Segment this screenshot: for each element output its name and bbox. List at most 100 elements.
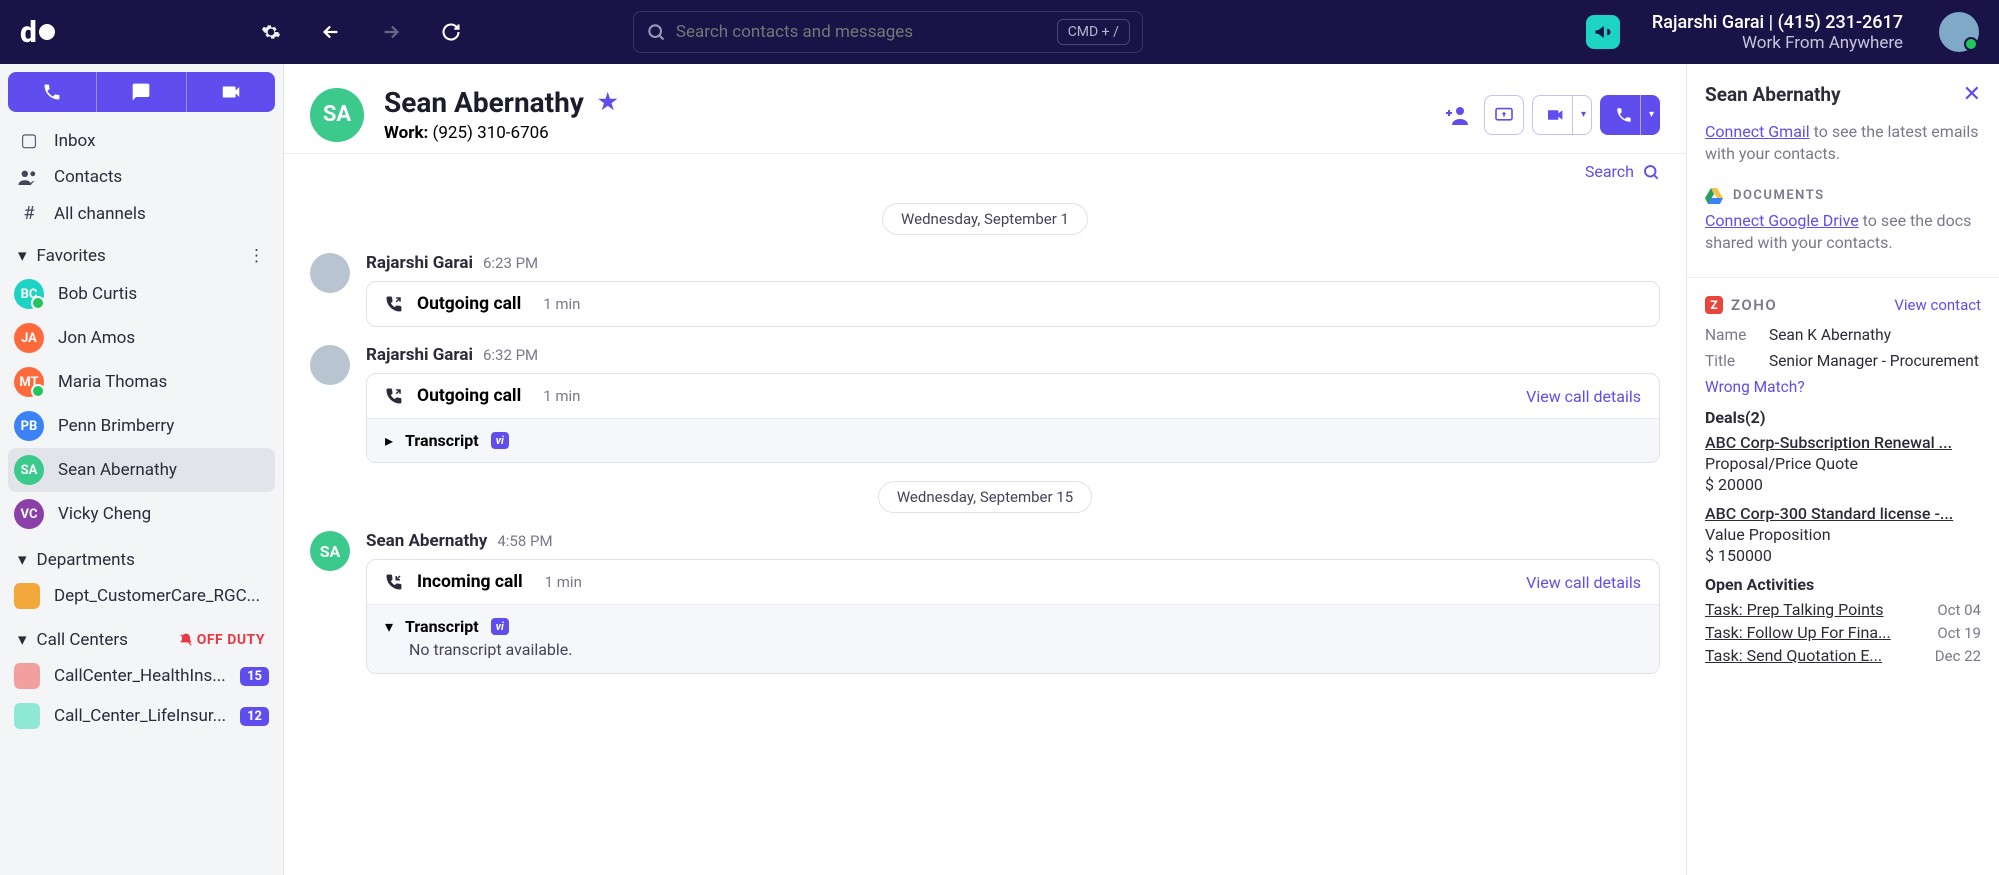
activity-link[interactable]: Task: Send Quotation E... xyxy=(1705,646,1927,665)
call-button[interactable]: ▾ xyxy=(1600,95,1660,135)
count-badge: 12 xyxy=(240,707,269,726)
sidebar-department-item[interactable]: Dept_CustomerCare_RGC... xyxy=(8,576,275,616)
wrong-match-link[interactable]: Wrong Match? xyxy=(1705,378,1981,396)
message-time: 4:58 PM xyxy=(497,532,552,550)
screen-share-button[interactable] xyxy=(1484,95,1524,135)
search-icon xyxy=(646,22,666,42)
sidebar-favorite-item[interactable]: SASean Abernathy xyxy=(8,448,275,492)
new-video-button[interactable] xyxy=(186,72,275,112)
count-badge: 15 xyxy=(240,667,269,686)
sidebar-favorite-item[interactable]: MTMaria Thomas xyxy=(8,360,275,404)
kbd-hint: CMD + / xyxy=(1057,19,1130,45)
message-time: 6:32 PM xyxy=(483,346,538,364)
departments-header[interactable]: ▾ Departments xyxy=(8,536,275,576)
call-card: Incoming call 1 min View call details ▾ … xyxy=(366,559,1660,674)
view-call-details-link[interactable]: View call details xyxy=(1526,387,1641,406)
sidebar-favorite-item[interactable]: BCBob Curtis xyxy=(8,272,275,316)
search-input[interactable] xyxy=(666,22,1057,42)
transcript-body: No transcript available. xyxy=(367,640,1659,673)
favorites-header[interactable]: ▾ Favorites ⋮ xyxy=(8,232,275,272)
department-color-icon xyxy=(14,583,40,609)
view-contact-link[interactable]: View contact xyxy=(1894,296,1981,314)
connect-gdrive-link[interactable]: Connect Google Drive xyxy=(1705,211,1859,230)
nav-contacts[interactable]: Contacts xyxy=(8,159,275,195)
callcenter-color-icon xyxy=(14,703,40,729)
nav-channels[interactable]: #All channels xyxy=(8,195,275,232)
chevron-down-icon: ▾ xyxy=(18,630,27,650)
deals-header: Deals(2) xyxy=(1705,408,1981,427)
contacts-icon xyxy=(18,169,40,185)
chevron-down-icon[interactable]: ▾ xyxy=(1581,109,1586,120)
megaphone-icon[interactable] xyxy=(1586,15,1620,49)
more-icon[interactable]: ⋮ xyxy=(248,246,265,266)
avatar: BC xyxy=(14,279,44,309)
nav-inbox[interactable]: ▢Inbox xyxy=(8,122,275,159)
avatar xyxy=(310,345,350,385)
new-message-button[interactable] xyxy=(96,72,185,112)
back-icon[interactable] xyxy=(313,14,349,50)
avatar: MT xyxy=(14,367,44,397)
avatar[interactable] xyxy=(1939,12,1979,52)
panel-title: Sean Abernathy xyxy=(1705,83,1841,106)
vi-badge: vi xyxy=(491,618,509,635)
zoho-name-value: Sean K Abernathy xyxy=(1769,326,1891,344)
chevron-down-icon: ▾ xyxy=(18,246,27,266)
message-time: 6:23 PM xyxy=(483,254,538,272)
zoho-icon: Z xyxy=(1705,296,1723,314)
zoho-title-value: Senior Manager - Procurement xyxy=(1769,352,1979,370)
add-contact-icon[interactable] xyxy=(1446,105,1470,125)
sidebar-favorite-item[interactable]: PBPenn Brimberry xyxy=(8,404,275,448)
contact-phone: (925) 310-6706 xyxy=(433,123,549,143)
date-separator: Wednesday, September 15 xyxy=(878,481,1092,513)
avatar: VC xyxy=(14,499,44,529)
avatar xyxy=(310,253,350,293)
close-icon[interactable]: ✕ xyxy=(1963,82,1981,107)
activities-header: Open Activities xyxy=(1705,575,1981,594)
app-logo[interactable]: d xyxy=(20,15,55,50)
chevron-down-icon: ▾ xyxy=(18,550,27,570)
global-search[interactable]: CMD + / xyxy=(633,11,1143,53)
chevron-down-icon[interactable]: ▾ xyxy=(1649,109,1654,120)
search-icon xyxy=(1642,163,1660,181)
new-call-button[interactable] xyxy=(8,72,96,112)
avatar: SA xyxy=(310,531,350,571)
sidebar-callcenter-item[interactable]: CallCenter_HealthIns...15 xyxy=(8,656,275,696)
deal-link[interactable]: ABC Corp-Subscription Renewal ... xyxy=(1705,433,1981,452)
avatar: SA xyxy=(14,455,44,485)
activity-link[interactable]: Task: Follow Up For Fina... xyxy=(1705,623,1929,642)
sidebar-favorite-item[interactable]: VCVicky Cheng xyxy=(8,492,275,536)
gear-icon[interactable] xyxy=(253,14,289,50)
callcenters-header[interactable]: ▾ Call Centers OFF DUTY xyxy=(8,616,275,656)
sender-name: Rajarshi Garai xyxy=(366,345,473,365)
off-duty-badge: OFF DUTY xyxy=(179,632,265,648)
inbox-icon: ▢ xyxy=(18,130,40,151)
contact-name: Sean Abernathy xyxy=(384,86,584,119)
outgoing-call-icon xyxy=(385,295,403,313)
user-status: Work From Anywhere xyxy=(1652,33,1903,53)
avatar: JA xyxy=(14,323,44,353)
call-card: Outgoing call 1 min xyxy=(366,281,1660,327)
chevron-down-icon: ▾ xyxy=(385,617,393,636)
star-icon[interactable]: ★ xyxy=(598,90,618,115)
current-user-info[interactable]: Rajarshi Garai | (415) 231-2617 Work Fro… xyxy=(1652,12,1903,53)
call-card: Outgoing call 1 min View call details ▸ … xyxy=(366,373,1660,463)
sender-name: Sean Abernathy xyxy=(366,531,487,551)
transcript-toggle[interactable]: ▸ Transcript vi xyxy=(367,418,1659,462)
view-call-details-link[interactable]: View call details xyxy=(1526,573,1641,592)
sidebar-callcenter-item[interactable]: Call_Center_LifeInsur...12 xyxy=(8,696,275,736)
date-separator: Wednesday, September 1 xyxy=(882,203,1088,235)
incoming-call-icon xyxy=(385,573,403,591)
outgoing-call-icon xyxy=(385,387,403,405)
conversation-search[interactable]: Search xyxy=(284,154,1686,189)
refresh-icon[interactable] xyxy=(433,14,469,50)
sidebar-favorite-item[interactable]: JAJon Amos xyxy=(8,316,275,360)
vi-badge: vi xyxy=(491,432,509,449)
chevron-right-icon: ▸ xyxy=(385,431,393,450)
contact-avatar: SA xyxy=(310,88,364,142)
user-name-phone: Rajarshi Garai | (415) 231-2617 xyxy=(1652,12,1903,33)
forward-icon xyxy=(373,14,409,50)
connect-gmail-link[interactable]: Connect Gmail xyxy=(1705,122,1810,141)
video-call-button[interactable]: ▾ xyxy=(1532,95,1592,135)
deal-link[interactable]: ABC Corp-300 Standard license -... xyxy=(1705,504,1981,523)
activity-link[interactable]: Task: Prep Talking Points xyxy=(1705,600,1929,619)
